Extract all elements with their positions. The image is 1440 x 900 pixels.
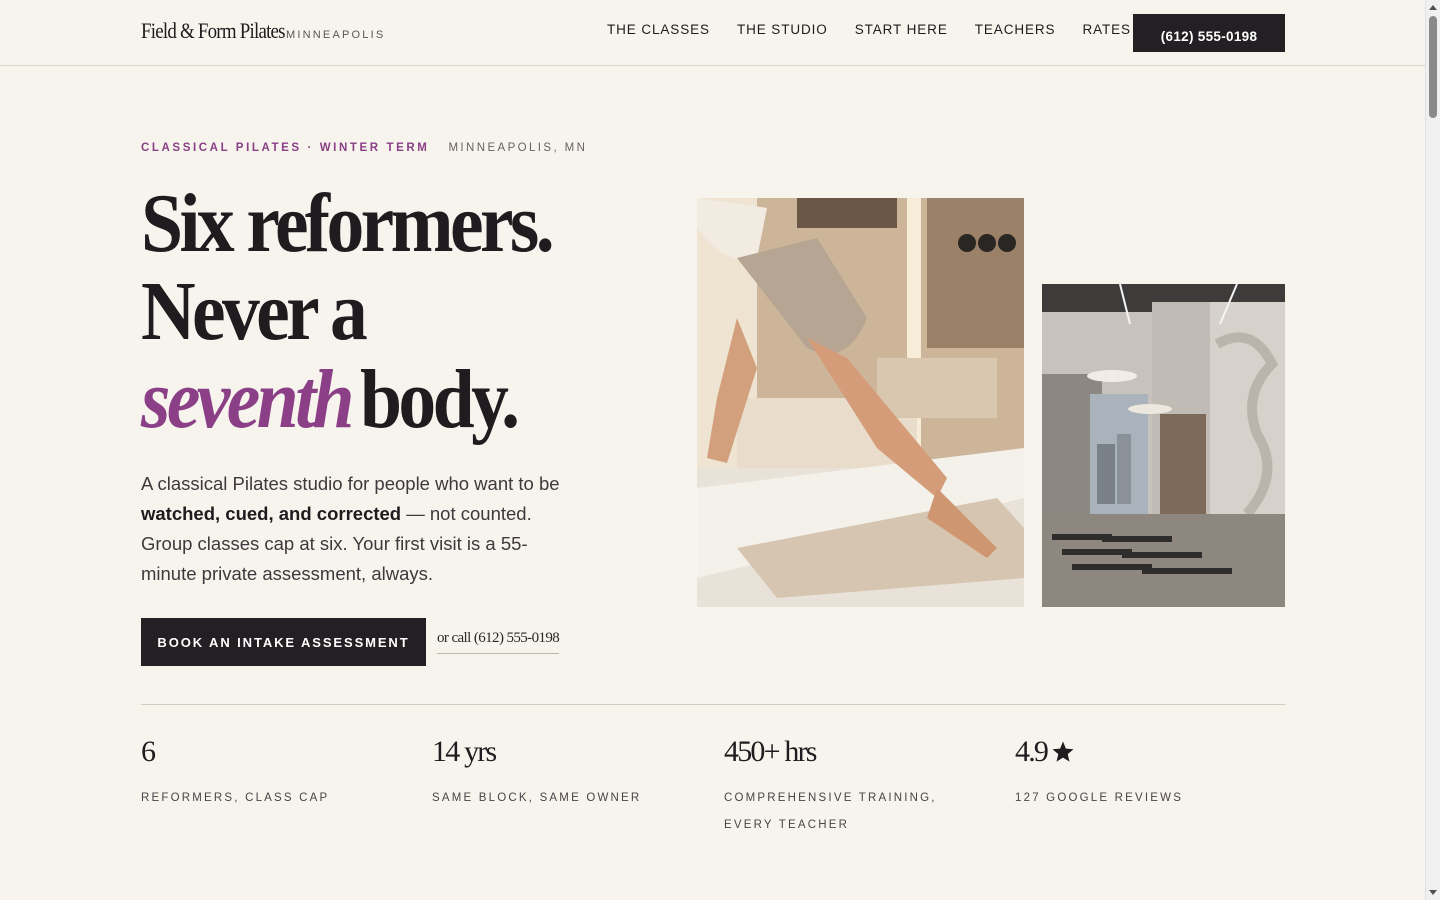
stat-value: 4.9 xyxy=(1015,735,1049,768)
stat-label: 127 GOOGLE REVIEWS xyxy=(1015,792,1184,804)
brand-name[interactable]: Field & Form Pilates xyxy=(141,18,286,44)
brand[interactable]: Field & Form Pilates MINNEAPOLIS xyxy=(141,18,385,44)
stat-label: SAME BLOCK, SAME OWNER xyxy=(432,792,642,804)
studio-photo-illustration xyxy=(1042,284,1285,607)
call-link[interactable]: or call (612) 555-0198 xyxy=(437,630,560,654)
headline-accent-word: seventh xyxy=(141,353,355,446)
page-scrollbar[interactable] xyxy=(1425,0,1440,900)
lede-start: A classical Pilates studio for people wh… xyxy=(141,473,560,494)
scroll-up-arrow-icon[interactable] xyxy=(1429,5,1437,10)
eyebrow-location: MINNEAPOLIS, MN xyxy=(448,142,588,154)
headline-line-2: Never a xyxy=(141,265,368,358)
reformer-photo xyxy=(697,198,1024,607)
main-nav: THE CLASSES THE STUDIO START HERE TEACHE… xyxy=(607,22,1131,37)
reformer-photo-illustration xyxy=(697,198,1024,607)
nav-link-classes[interactable]: THE CLASSES xyxy=(607,22,710,37)
stat-value: 450+ hrs xyxy=(724,735,817,768)
book-assessment-button[interactable]: BOOK AN INTAKE ASSESSMENT xyxy=(141,618,426,666)
stats-divider xyxy=(141,704,1285,705)
stat-value: 6 xyxy=(141,735,156,768)
studio-photo xyxy=(1042,284,1285,607)
headline-line-3: seventh body. xyxy=(141,356,609,444)
hero-lede: A classical Pilates studio for people wh… xyxy=(141,469,566,589)
scroll-thumb[interactable] xyxy=(1429,16,1437,118)
stat-reviews: 4.9 127 GOOGLE REVIEWS xyxy=(1015,735,1275,812)
star-icon xyxy=(1052,741,1074,762)
lede-emphasis: watched, cued, and corrected xyxy=(141,503,402,524)
hero-headline: Six reformers. Never a seventh body. xyxy=(141,180,661,444)
hero-eyebrow: CLASSICAL PILATES · WINTER TERM MINNEAPO… xyxy=(141,142,587,154)
stat-label: COMPREHENSIVE TRAINING, EVERY TEACHER xyxy=(724,792,937,831)
scroll-down-arrow-icon[interactable] xyxy=(1429,890,1437,895)
nav-link-start-here[interactable]: START HERE xyxy=(855,22,948,37)
page: Field & Form Pilates MINNEAPOLIS THE CLA… xyxy=(0,0,1425,900)
stat-class-cap: 6 REFORMERS, CLASS CAP xyxy=(141,735,401,812)
stat-training-hours: 450+ hrs COMPREHENSIVE TRAINING, EVERY T… xyxy=(724,735,974,839)
headline-line-3-rest: body. xyxy=(359,353,520,446)
stat-label: REFORMERS, CLASS CAP xyxy=(141,792,330,804)
stat-rating: 4.9 xyxy=(1015,735,1275,769)
site-header: Field & Form Pilates MINNEAPOLIS THE CLA… xyxy=(0,0,1425,66)
nav-link-studio[interactable]: THE STUDIO xyxy=(737,22,828,37)
eyebrow-term: CLASSICAL PILATES · WINTER TERM xyxy=(141,142,430,154)
nav-link-rates[interactable]: RATES xyxy=(1082,22,1131,37)
brand-city: MINNEAPOLIS xyxy=(286,29,386,41)
nav-link-teachers[interactable]: TEACHERS xyxy=(975,22,1056,37)
stat-years: 14 yrs SAME BLOCK, SAME OWNER xyxy=(432,735,692,812)
stat-value: 14 yrs xyxy=(432,735,497,768)
phone-button[interactable]: (612) 555-0198 xyxy=(1133,14,1285,52)
headline-line-1: Six reformers. xyxy=(141,177,555,270)
